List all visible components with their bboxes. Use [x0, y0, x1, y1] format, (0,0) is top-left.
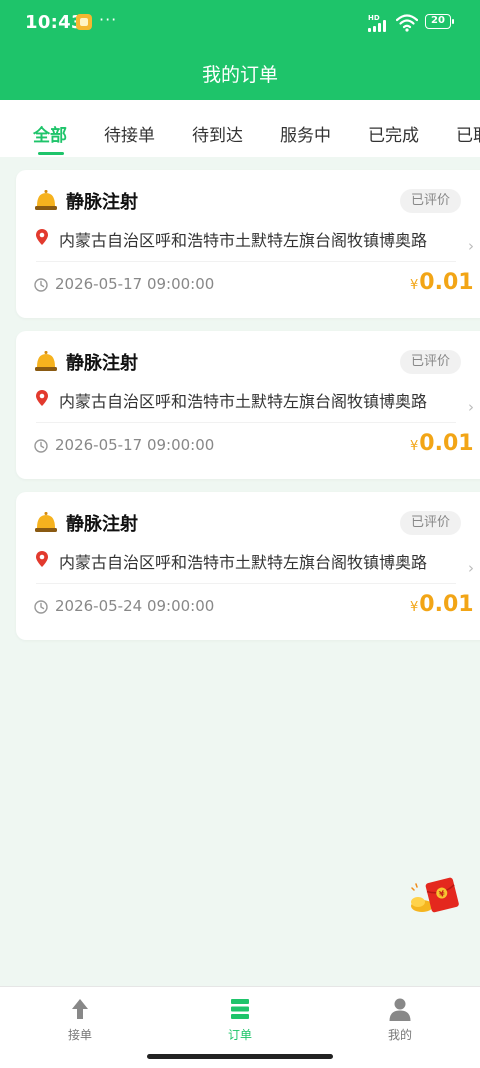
- order-price: ¥0.01: [410, 270, 474, 295]
- price-currency: ¥: [410, 278, 419, 293]
- order-card[interactable]: 静脉注射 已评价 内蒙古自治区呼和浩特市土默特左旗台阁牧镇博奥路 › 2026-…: [16, 331, 480, 479]
- nav-item-mine[interactable]: 我的: [360, 997, 440, 1043]
- tab-pending-accept[interactable]: 待接单: [104, 121, 155, 146]
- more-notifications-icon: ···: [99, 10, 118, 29]
- location-pin-icon: [36, 551, 48, 567]
- status-badge: 已评价: [400, 189, 462, 213]
- service-name: 静脉注射: [66, 514, 138, 535]
- price-value: 0.01: [419, 592, 474, 617]
- home-indicator[interactable]: [147, 1054, 333, 1059]
- nav-item-accept-orders[interactable]: 接单: [40, 997, 120, 1043]
- tab-pending-arrival[interactable]: 待到达: [192, 121, 243, 146]
- chevron-right-icon: ›: [468, 559, 474, 577]
- status-time: 10:43: [25, 12, 84, 33]
- wifi-icon: [396, 14, 418, 32]
- order-datetime: 2026-05-17 09:00:00: [55, 436, 215, 454]
- tab-completed[interactable]: 已完成: [368, 121, 419, 146]
- status-badge: 已评价: [400, 350, 462, 374]
- service-bell-icon: [35, 190, 57, 210]
- order-card[interactable]: 静脉注射 已评价 内蒙古自治区呼和浩特市土默特左旗台阁牧镇博奥路 › 2026-…: [16, 492, 480, 640]
- order-price: ¥0.01: [410, 431, 474, 456]
- order-card[interactable]: 静脉注射 已评价 内蒙古自治区呼和浩特市土默特左旗台阁牧镇博奥路 › 2026-…: [16, 170, 480, 318]
- battery-icon: 20: [425, 14, 454, 29]
- chevron-right-icon: ›: [468, 398, 474, 416]
- order-address: 内蒙古自治区呼和浩特市土默特左旗台阁牧镇博奥路: [59, 553, 428, 572]
- service-name: 静脉注射: [66, 353, 138, 374]
- service-bell-icon: [35, 351, 57, 371]
- location-pin-icon: [36, 390, 48, 406]
- price-value: 0.01: [419, 431, 474, 456]
- app-header: 10:43 ··· HD 20 我的订单: [0, 0, 480, 100]
- arrow-up-icon: [72, 999, 88, 1019]
- signal-icon: [368, 20, 390, 32]
- nav-label: 接单: [67, 1028, 92, 1042]
- order-datetime: 2026-05-17 09:00:00: [55, 275, 215, 293]
- price-value: 0.01: [419, 270, 474, 295]
- card-divider: [36, 261, 456, 262]
- status-bar: 10:43 ··· HD 20: [0, 0, 480, 44]
- tab-in-service[interactable]: 服务中: [280, 121, 331, 146]
- card-divider: [36, 422, 456, 423]
- clock-icon: [34, 600, 48, 614]
- list-icon: [231, 999, 249, 1019]
- service-bell-icon: [35, 512, 57, 532]
- clock-icon: [34, 439, 48, 453]
- chevron-right-icon: ›: [468, 237, 474, 255]
- order-address: 内蒙古自治区呼和浩特市土默特左旗台阁牧镇博奥路: [59, 392, 428, 411]
- active-tab-indicator: [38, 152, 64, 155]
- order-address: 内蒙古自治区呼和浩特市土默特左旗台阁牧镇博奥路: [59, 231, 428, 250]
- price-currency: ¥: [410, 600, 419, 615]
- person-icon: [389, 998, 411, 1021]
- nav-item-orders[interactable]: 订单: [200, 997, 280, 1043]
- nav-label: 订单: [227, 1028, 252, 1042]
- location-pin-icon: [36, 229, 48, 245]
- nav-label: 我的: [387, 1028, 412, 1042]
- tab-all[interactable]: 全部: [33, 121, 67, 146]
- service-name: 静脉注射: [66, 192, 138, 213]
- order-price: ¥0.01: [410, 592, 474, 617]
- red-packet-float-button[interactable]: ¥: [408, 876, 464, 916]
- card-divider: [36, 583, 456, 584]
- status-badge: 已评价: [400, 511, 462, 535]
- notification-app-icon: [76, 14, 92, 30]
- order-tabs: 全部 待接单 待到达 服务中 已完成 已取: [0, 100, 480, 157]
- order-datetime: 2026-05-24 09:00:00: [55, 597, 215, 615]
- price-currency: ¥: [410, 439, 419, 454]
- clock-icon: [34, 278, 48, 292]
- tab-cancelled[interactable]: 已取: [456, 121, 480, 146]
- page-title: 我的订单: [201, 64, 278, 86]
